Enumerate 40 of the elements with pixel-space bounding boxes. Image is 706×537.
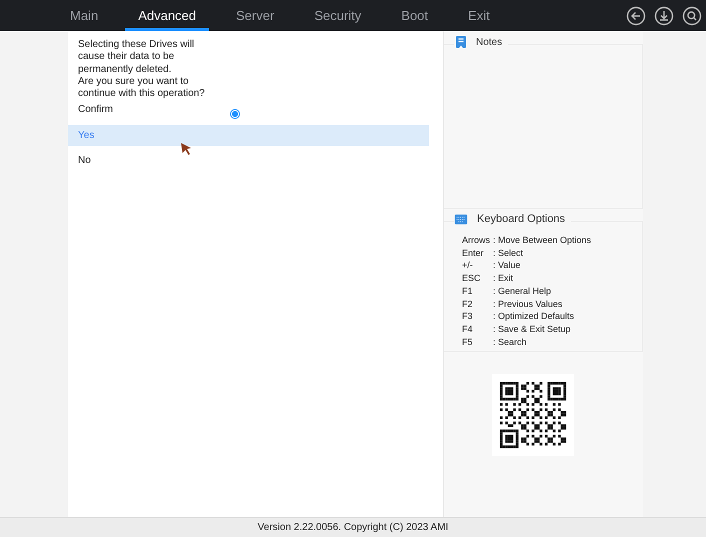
key-name: Arrows <box>462 234 492 247</box>
key-description: : Search <box>493 336 527 348</box>
download-icon[interactable] <box>654 6 674 26</box>
key-name: F4 <box>462 322 474 336</box>
key-name: +/- <box>462 259 474 272</box>
key-description: : Exit <box>493 272 514 285</box>
key-name: F5 <box>462 336 474 348</box>
key-description: : Previous Values <box>493 298 562 310</box>
confirm-label: Confirm <box>78 104 114 115</box>
notes-title: Notes <box>476 36 502 48</box>
key-name: F3 <box>462 310 474 323</box>
prompt-text: Selecting these Drives will <box>78 39 196 52</box>
key-description: : Optimized Defaults <box>493 310 574 323</box>
tab[interactable]: Boot <box>388 0 442 31</box>
tab[interactable]: Exit <box>455 0 503 31</box>
key-name: F2 <box>462 298 474 310</box>
version-text: Version 2.22.0056. Copyright (C) 2023 AMI <box>258 522 448 533</box>
prompt-text: Are you sure you want to <box>78 76 190 88</box>
prompt-text: permanently deleted. <box>78 64 172 76</box>
prompt-text: continue with this operation? <box>78 88 206 100</box>
keyboard-icon <box>454 212 468 226</box>
key-description: : Select <box>493 246 524 260</box>
search-icon[interactable] <box>682 6 702 26</box>
tab[interactable]: Main <box>57 0 112 31</box>
radio-button[interactable] <box>230 109 240 120</box>
key-name: F1 <box>462 284 474 298</box>
back-icon[interactable] <box>626 6 646 26</box>
key-description: : Value <box>493 259 520 272</box>
keyboard-title: Keyboard Options <box>477 213 566 225</box>
key-description: : General Help <box>493 284 552 298</box>
mouse-cursor-icon <box>180 142 192 156</box>
key-name: Enter <box>462 246 485 260</box>
prompt-text: cause their data to be <box>78 51 176 64</box>
option-item[interactable]: No <box>68 150 429 172</box>
tab[interactable]: Security <box>301 0 374 31</box>
key-description: : Save & Exit Setup <box>493 322 571 336</box>
option-item[interactable]: Yes <box>68 125 429 146</box>
tab[interactable]: Server <box>223 0 288 31</box>
key-name: ESC <box>462 272 482 285</box>
key-description: : Move Between Options <box>493 234 592 247</box>
